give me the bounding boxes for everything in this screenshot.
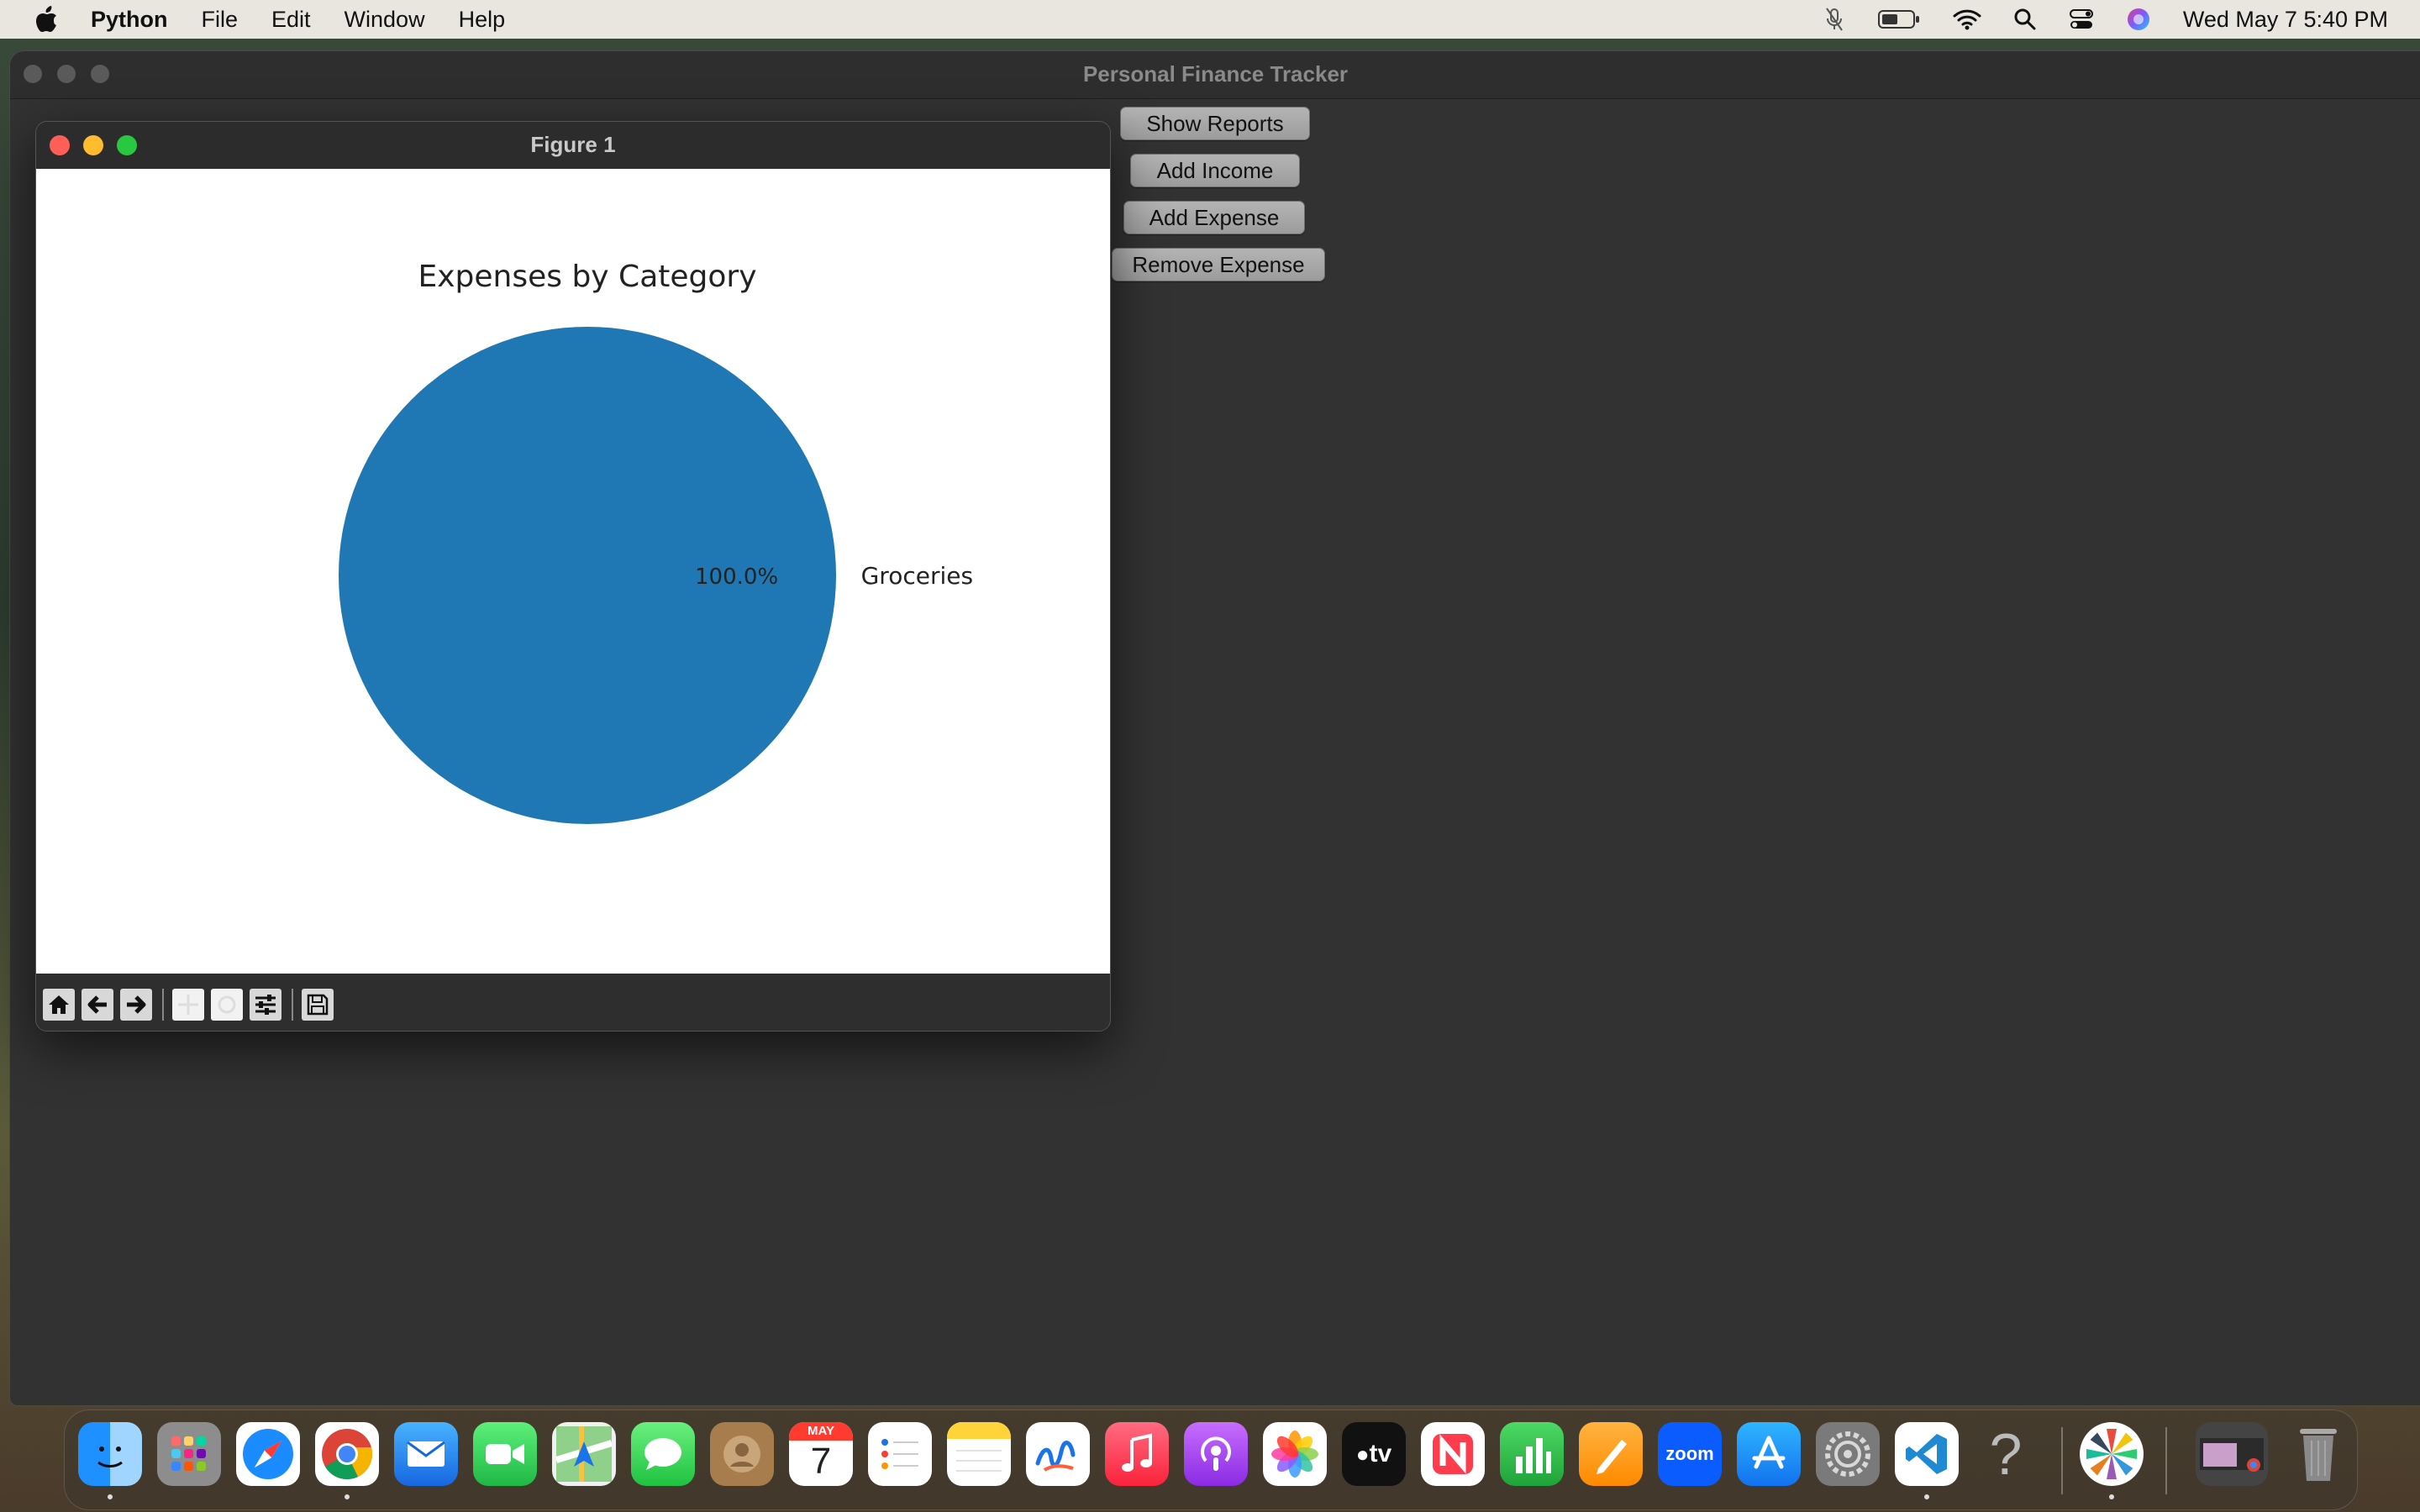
launchpad-icon[interactable]: [157, 1422, 221, 1486]
back-arrow-icon[interactable]: [82, 989, 113, 1021]
add-income-button[interactable]: Add Income: [1130, 154, 1300, 187]
apple-tv-icon[interactable]: ● tv: [1342, 1422, 1406, 1486]
news-icon[interactable]: [1421, 1422, 1485, 1486]
python-launcher-icon[interactable]: [2080, 1422, 2144, 1486]
menu-window[interactable]: Window: [345, 7, 425, 33]
system-settings-icon[interactable]: [1816, 1422, 1880, 1486]
mail-icon[interactable]: [394, 1422, 458, 1486]
vscode-icon[interactable]: [1895, 1422, 1959, 1486]
main-window-title: Personal Finance Tracker: [1082, 61, 1349, 87]
dock-separator: [2165, 1427, 2167, 1494]
contacts-icon[interactable]: [710, 1422, 774, 1486]
finder-icon[interactable]: [78, 1422, 142, 1486]
numbers-icon[interactable]: [1500, 1422, 1564, 1486]
main-window-titlebar[interactable]: Personal Finance Tracker: [10, 51, 2420, 99]
pages-icon[interactable]: [1579, 1422, 1643, 1486]
safari-icon[interactable]: [236, 1422, 300, 1486]
pie-category-label: Groceries: [861, 562, 973, 590]
pie-chart: Expenses by Category Groceries 100.0%: [339, 260, 973, 824]
spotlight-search-icon[interactable]: [2013, 8, 2037, 31]
toolbar-separator: [162, 989, 164, 1021]
trash-icon[interactable]: [2286, 1422, 2350, 1486]
apple-menu-icon[interactable]: [32, 5, 60, 34]
calendar-icon[interactable]: MAY 7: [789, 1422, 853, 1486]
remove-expense-button[interactable]: Remove Expense: [1112, 248, 1325, 281]
figure-window-titlebar[interactable]: Figure 1: [36, 122, 1110, 169]
battery-icon[interactable]: [1877, 8, 1921, 30]
toolbar-separator: [292, 989, 293, 1021]
menu-bar: Python File Edit Window Help Wed May 7 5…: [0, 0, 2420, 39]
wifi-icon[interactable]: [1953, 8, 1981, 30]
control-center-icon[interactable]: [2069, 8, 2094, 31]
pan-icon[interactable]: [172, 989, 204, 1021]
mic-muted-icon[interactable]: [1823, 7, 1845, 32]
menu-edit[interactable]: Edit: [271, 7, 311, 33]
python-running-dot: [2109, 1494, 2114, 1499]
figure-window: Figure 1 Expenses by Category Groceries 1…: [35, 121, 1111, 1032]
photos-icon[interactable]: [1263, 1422, 1327, 1486]
pie-percent-label: 100.0%: [695, 564, 778, 590]
menu-help[interactable]: Help: [459, 7, 506, 33]
siri-icon[interactable]: [2126, 7, 2151, 32]
zoom-label: zoom: [1665, 1443, 1714, 1464]
notes-icon[interactable]: [947, 1422, 1011, 1486]
unknown-app-icon[interactable]: ?: [1974, 1422, 2038, 1486]
save-figure-icon[interactable]: [302, 989, 334, 1021]
configure-subplots-icon[interactable]: [250, 989, 281, 1021]
vscode-running-dot: [1924, 1494, 1929, 1499]
facetime-icon[interactable]: [473, 1422, 537, 1486]
calendar-month: MAY: [789, 1422, 853, 1441]
figure-canvas[interactable]: Expenses by Category Groceries 100.0%: [36, 169, 1110, 974]
menu-file[interactable]: File: [202, 7, 239, 33]
freeform-icon[interactable]: [1026, 1422, 1090, 1486]
show-reports-button[interactable]: Show Reports: [1120, 107, 1310, 140]
forward-arrow-icon[interactable]: [120, 989, 152, 1021]
dock-separator: [2061, 1427, 2063, 1494]
zoom-rect-icon[interactable]: [211, 989, 243, 1021]
reminders-icon[interactable]: [868, 1422, 932, 1486]
chart-title: Expenses by Category: [418, 260, 756, 294]
app-store-icon[interactable]: [1737, 1422, 1801, 1486]
chrome-icon[interactable]: [315, 1422, 379, 1486]
zoom-app-icon[interactable]: zoom: [1658, 1422, 1722, 1486]
matplotlib-toolbar: [36, 974, 1110, 1031]
recent-window-thumbnail-icon[interactable]: [2196, 1422, 2268, 1486]
menu-app-python[interactable]: Python: [91, 7, 168, 33]
chrome-running-dot: [345, 1494, 350, 1499]
home-icon[interactable]: [43, 989, 75, 1021]
menu-bar-clock[interactable]: Wed May 7 5:40 PM: [2183, 7, 2388, 33]
add-expense-button[interactable]: Add Expense: [1123, 201, 1305, 234]
calendar-day: 7: [810, 1441, 832, 1482]
dock: MAY 7 ● tv zoom ?: [64, 1410, 2358, 1510]
finder-running-dot: [108, 1494, 113, 1499]
maps-icon[interactable]: [552, 1422, 616, 1486]
music-icon[interactable]: [1105, 1422, 1169, 1486]
tv-label: tv: [1369, 1440, 1392, 1467]
figure-window-title: Figure 1: [530, 132, 616, 157]
messages-icon[interactable]: [631, 1422, 695, 1486]
podcasts-icon[interactable]: [1184, 1422, 1248, 1486]
